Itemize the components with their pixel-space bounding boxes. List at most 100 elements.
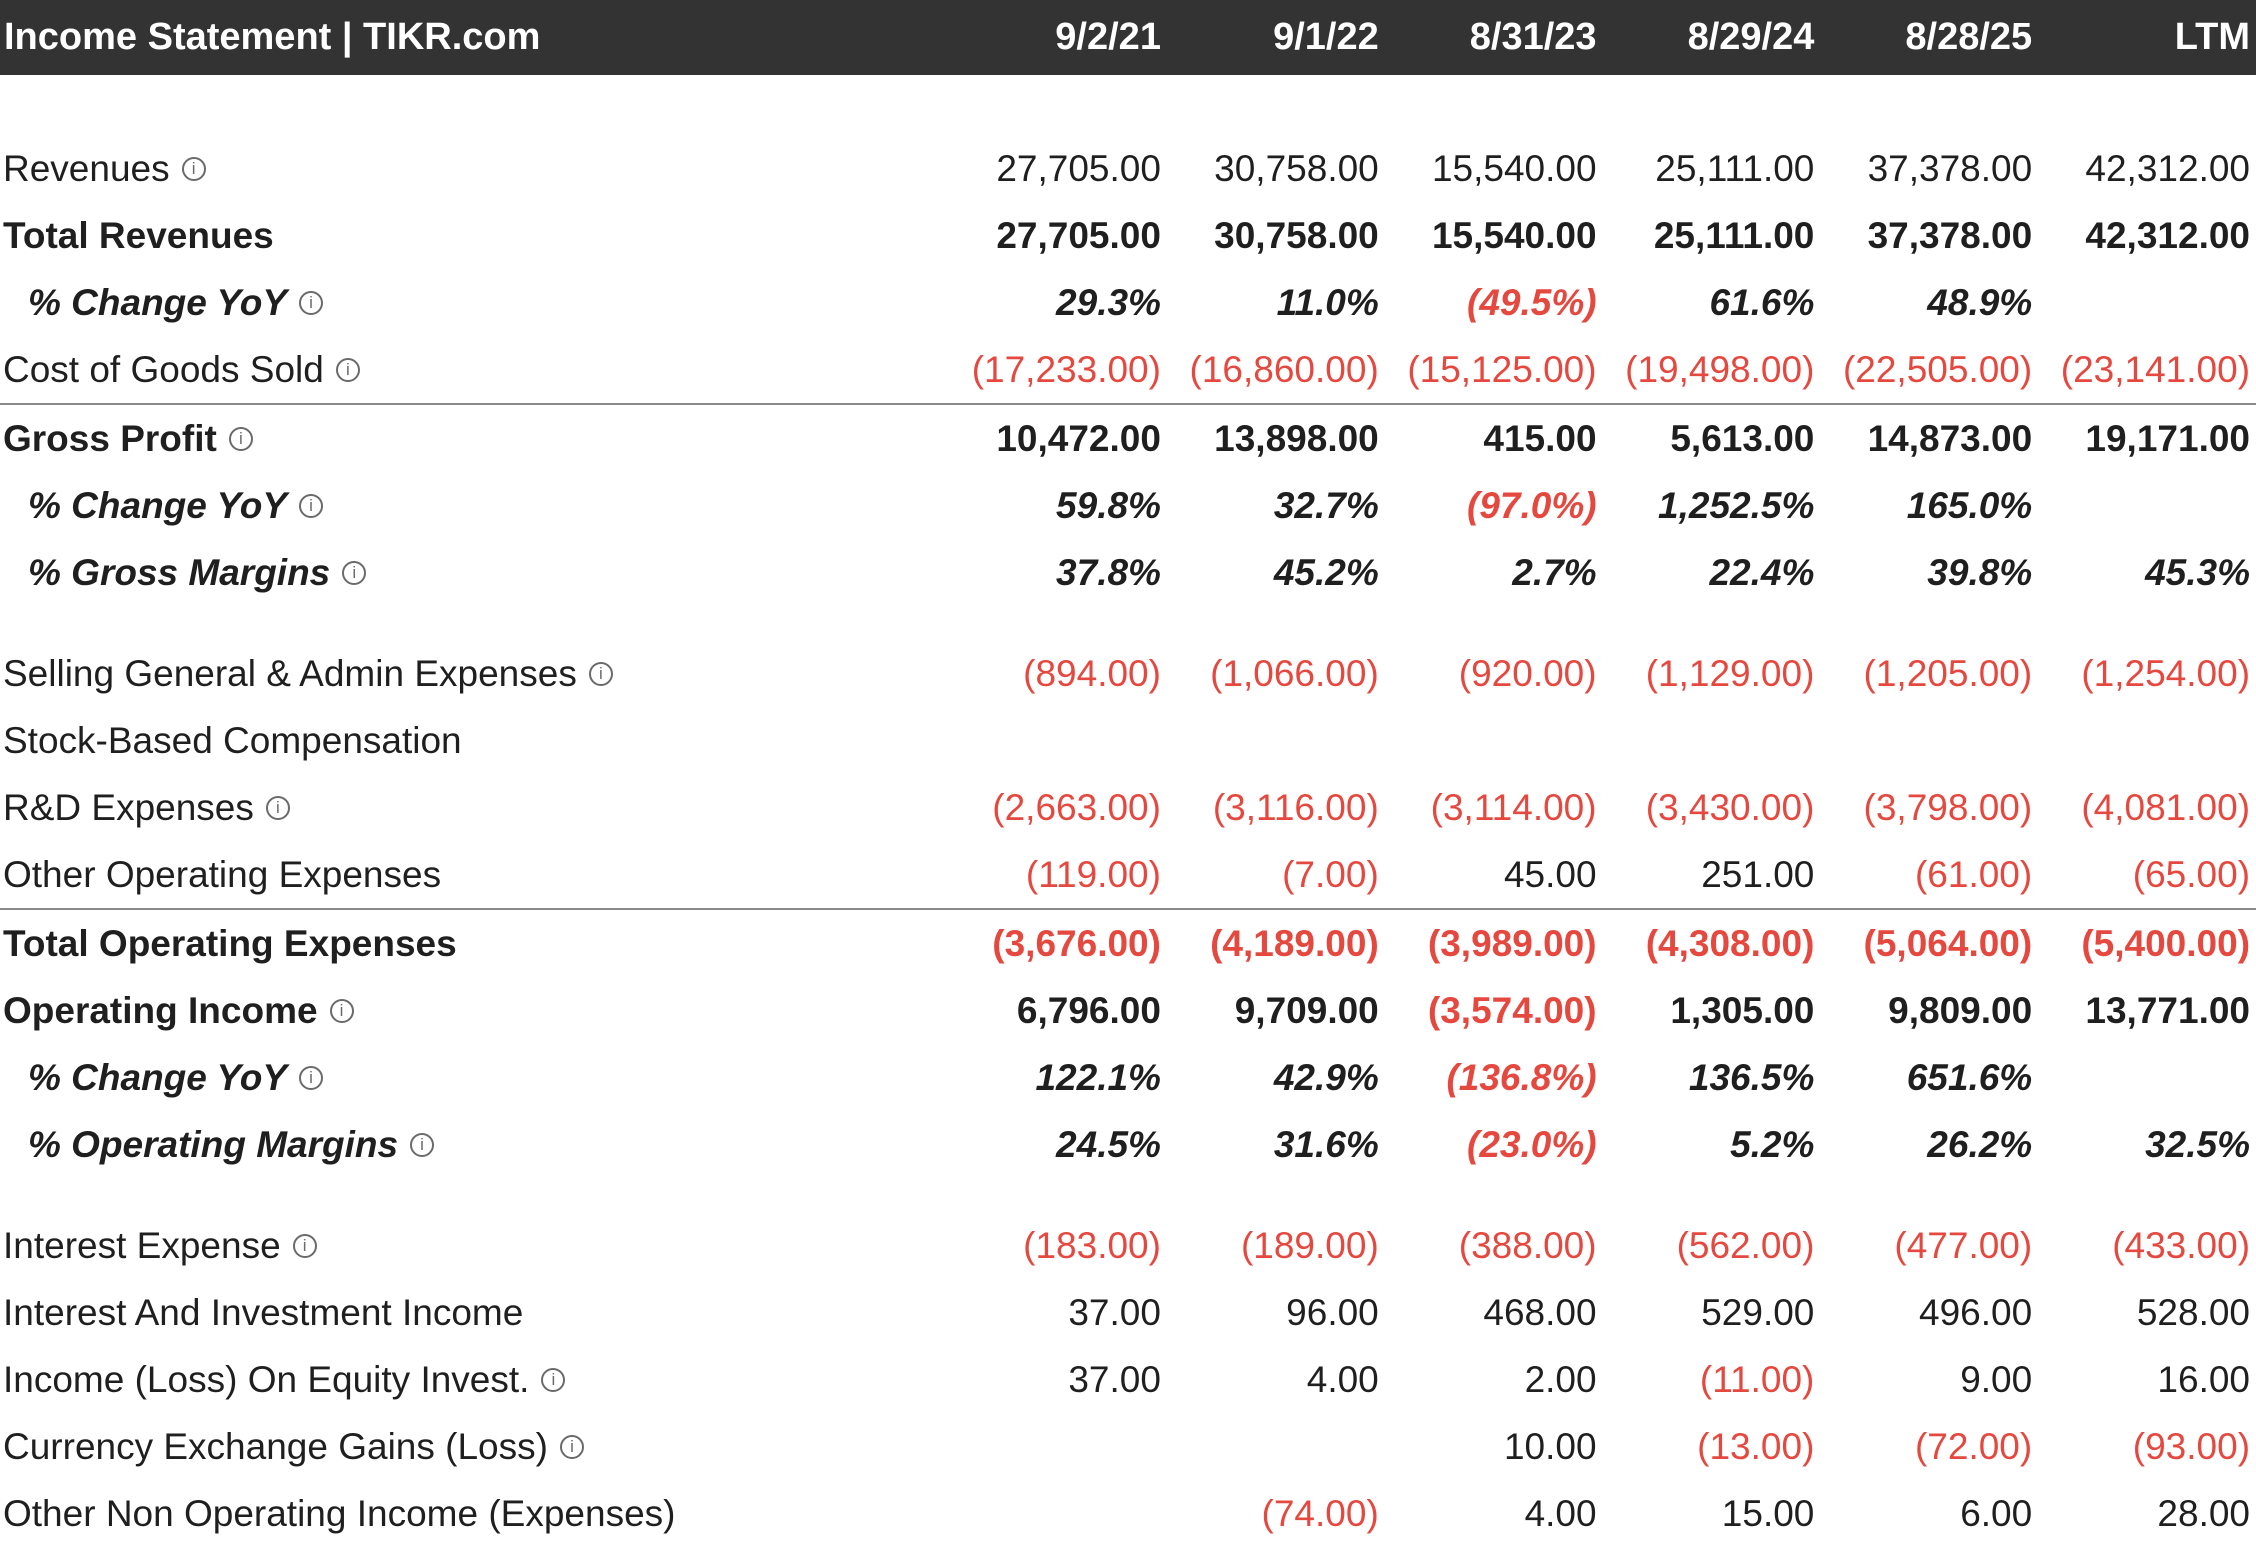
column-header[interactable]: 8/28/25 — [1820, 16, 2038, 59]
row-label: Other Non Operating Income (Expenses) — [0, 1493, 949, 1535]
table-row[interactable]: % Change YoY i 122.1% 42.9% (136.8%) 136.5% 65… — [0, 1044, 2256, 1111]
table-cell: 9,709.00 — [1234, 989, 1379, 1031]
table-cell: 37.8% — [1056, 551, 1161, 593]
table-cell: (894.00) — [1023, 652, 1161, 694]
table-cell: (4,081.00) — [2081, 786, 2251, 828]
table-cell: 5.2% — [1730, 1123, 1815, 1165]
table-cell: 27,705.00 — [996, 214, 1161, 256]
table-cell: 16.00 — [2157, 1358, 2251, 1400]
table-row[interactable]: Interest Expense i (183.00) (189.00) (388.00… — [0, 1212, 2256, 1279]
table-cell: (65.00) — [2132, 853, 2251, 895]
table-cell: 25,111.00 — [1653, 214, 1815, 256]
table-cell: 45.3% — [2145, 551, 2251, 593]
table-row[interactable]: % Gross Margins i 37.8% 45.2% 2.7% 22.4% 39.8%… — [0, 539, 2256, 606]
table-cell: 496.00 — [1919, 1291, 2033, 1333]
info-circle-icon[interactable]: i — [335, 357, 360, 382]
header-spacer — [0, 75, 2256, 135]
column-header[interactable]: 9/1/22 — [1167, 16, 1385, 59]
table-cell: 45.2% — [1273, 551, 1379, 593]
info-circle-icon[interactable]: i — [329, 998, 354, 1023]
row-gap — [0, 606, 2256, 640]
info-circle-icon[interactable]: i — [292, 1233, 317, 1258]
row-label: Cost of Goods Sold i — [0, 349, 949, 391]
table-cell: 9.00 — [1960, 1358, 2033, 1400]
table-row[interactable]: Total Operating Expenses (3,676.00) (4,189… — [0, 908, 2256, 977]
table-cell: 122.1% — [1035, 1056, 1161, 1098]
table-cell: (4,308.00) — [1645, 922, 1815, 964]
table-cell: 96.00 — [1286, 1291, 1379, 1333]
info-circle-icon[interactable]: i — [410, 1132, 435, 1157]
table-cell: 30,758.00 — [1214, 214, 1379, 256]
table-row[interactable]: Selling General & Admin Expenses i (894.00… — [0, 640, 2256, 707]
table-row[interactable]: Currency Exchange Gains (Loss) i 10.00 (13.… — [0, 1413, 2256, 1480]
table-cell: (22,505.00) — [1842, 348, 2033, 390]
table-row[interactable]: % Change YoY i 29.3% 11.0% (49.5%) 61.6% 48.9% — [0, 269, 2256, 336]
table-cell: 31.6% — [1273, 1123, 1379, 1165]
table-row[interactable]: Cost of Goods Sold i (17,233.00) (16,860.00… — [0, 336, 2256, 403]
table-row[interactable]: % Change YoY i 59.8% 32.7% (97.0%) 1,252.5% 16… — [0, 472, 2256, 539]
table-cell: 6,796.00 — [1016, 989, 1161, 1031]
table-cell: (61.00) — [1914, 853, 2033, 895]
table-cell: (136.8%) — [1446, 1056, 1597, 1098]
table-cell: 48.9% — [1927, 281, 2033, 323]
column-header[interactable]: 9/2/21 — [949, 16, 1167, 59]
table-cell: (1,066.00) — [1210, 652, 1379, 694]
row-label-text: Total Operating Expenses — [3, 922, 457, 964]
table-cell: (17,233.00) — [971, 348, 1161, 390]
row-label-text: Cost of Goods Sold — [3, 348, 324, 390]
table-cell: 45.00 — [1503, 853, 1597, 895]
table-cell: (1,254.00) — [2081, 652, 2251, 694]
column-header[interactable]: 8/29/24 — [1603, 16, 1821, 59]
table-cell: 10.00 — [1503, 1425, 1597, 1467]
table-row[interactable]: Gross Profit i 10,472.00 13,898.00 415.00 5,6… — [0, 403, 2256, 472]
info-circle-icon[interactable]: i — [559, 1434, 584, 1459]
row-label: Currency Exchange Gains (Loss) i — [0, 1426, 949, 1468]
table-row[interactable]: % Operating Margins i 24.5% 31.6% (23.0%) 5.2… — [0, 1111, 2256, 1178]
info-circle-icon[interactable]: i — [541, 1367, 566, 1392]
table-cell: 165.0% — [1906, 484, 2033, 526]
info-circle-icon[interactable]: i — [265, 795, 290, 820]
info-circle-icon[interactable]: i — [588, 661, 613, 686]
info-circle-icon[interactable]: i — [181, 156, 206, 181]
table-row[interactable]: Other Non Operating Income (Expenses) (74… — [0, 1480, 2256, 1547]
table-cell: (23,141.00) — [2060, 348, 2251, 390]
table-row[interactable]: R&D Expenses i (2,663.00) (3,116.00) (3,114.… — [0, 774, 2256, 841]
table-cell: (4,189.00) — [1210, 922, 1379, 964]
table-cell: 2.00 — [1524, 1358, 1597, 1400]
table-row[interactable]: Income (Loss) On Equity Invest. i 37.00 4.0… — [0, 1346, 2256, 1413]
table-row[interactable]: Operating Income i 6,796.00 9,709.00 (3,574.… — [0, 977, 2256, 1044]
table-cell: (477.00) — [1894, 1224, 2033, 1266]
table-cell: (3,114.00) — [1430, 786, 1597, 828]
table-row[interactable]: Total Revenues 27,705.00 30,758.00 15,540.0… — [0, 202, 2256, 269]
table-row[interactable]: Revenues i 27,705.00 30,758.00 15,540.00 25,1… — [0, 135, 2256, 202]
table-row[interactable]: Stock-Based Compensation — [0, 707, 2256, 774]
column-header[interactable]: LTM — [2038, 16, 2256, 59]
table-cell: (3,989.00) — [1427, 922, 1597, 964]
table-cell: 39.8% — [1927, 551, 2033, 593]
info-circle-icon[interactable]: i — [299, 493, 324, 518]
table-cell: 37,378.00 — [1867, 147, 2033, 189]
table-cell: 5,613.00 — [1670, 417, 1815, 459]
table-row[interactable]: Other Operating Expenses (119.00) (7.00) 45… — [0, 841, 2256, 908]
row-label: % Change YoY i — [0, 485, 949, 527]
table-cell: 29.3% — [1056, 281, 1161, 323]
table-row[interactable]: Interest And Investment Income 37.00 96.00… — [0, 1279, 2256, 1346]
table-cell: (3,574.00) — [1427, 989, 1597, 1031]
table-cell: 529.00 — [1701, 1291, 1815, 1333]
table-cell: 2.7% — [1512, 551, 1597, 593]
table-cell: (23.0%) — [1467, 1123, 1597, 1165]
row-label-text: % Change YoY — [28, 1056, 288, 1098]
row-label-text: % Change YoY — [28, 281, 288, 323]
table-cell: (433.00) — [2112, 1224, 2251, 1266]
table-cell: 37,378.00 — [1867, 214, 2033, 256]
table-cell: 19,171.00 — [2085, 417, 2251, 459]
row-label: % Change YoY i — [0, 282, 949, 324]
column-header[interactable]: 8/31/23 — [1385, 16, 1603, 59]
info-circle-icon[interactable]: i — [342, 560, 367, 585]
info-circle-icon[interactable]: i — [299, 1065, 324, 1090]
table-cell: 6.00 — [1960, 1492, 2033, 1534]
row-label-text: Other Operating Expenses — [3, 853, 442, 895]
info-circle-icon[interactable]: i — [299, 290, 324, 315]
info-circle-icon[interactable]: i — [228, 426, 253, 451]
row-label: Selling General & Admin Expenses i — [0, 653, 949, 695]
